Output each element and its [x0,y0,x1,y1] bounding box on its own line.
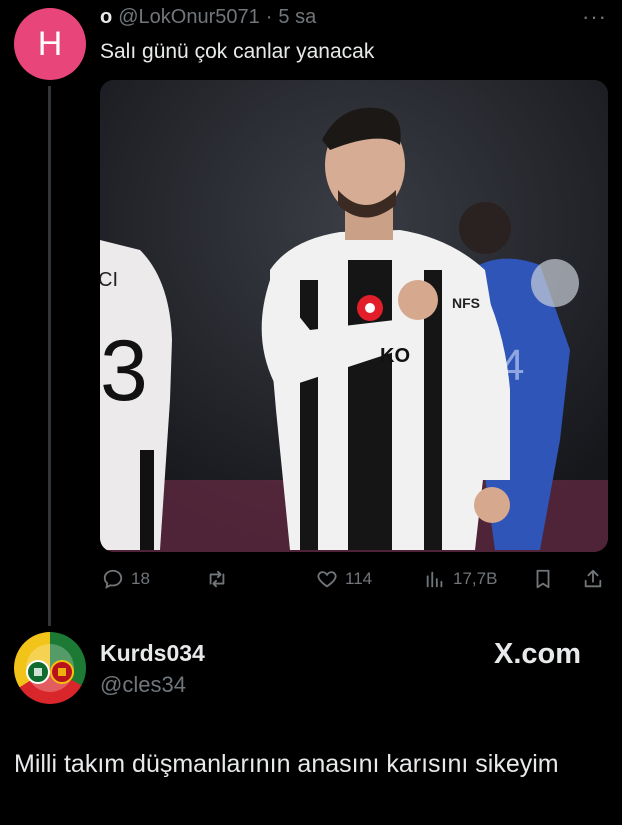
x-brand-logo: X.com [494,638,582,670]
share-button[interactable] [582,566,604,592]
photo-illustration: 4 CI 3 KO NFS [100,80,608,552]
display-name[interactable]: o [100,6,112,29]
meta-separator: · [265,6,273,28]
views-icon [426,571,443,588]
bookmark-button[interactable] [532,566,554,592]
reply-icon [103,569,123,589]
left-jersey-letters: CI [100,269,118,291]
left-jersey-number: 3 [100,323,148,419]
heart-icon [317,571,337,588]
handle[interactable]: @LokOnur5071 [118,6,260,29]
team-logos-icon [26,644,74,692]
share-icon [584,569,602,588]
tweet-photo[interactable]: 4 CI 3 KO NFS [100,80,608,552]
retweet-button[interactable] [206,566,235,592]
avatar[interactable] [14,632,86,704]
retweet-icon [209,570,225,588]
more-options-icon[interactable]: ··· [582,4,607,30]
reply-count: 18 [131,569,150,588]
timestamp[interactable]: 5 sa [278,6,316,29]
username[interactable]: Kurds034 [100,640,205,667]
sponsor-badge: KO [380,345,410,367]
tweet-text: Salı günü çok canlar yanacak [100,40,375,63]
like-count: 114 [345,569,373,588]
views-count: 17,7B [453,569,498,588]
views-button[interactable]: 17,7B [424,566,497,592]
reply-button[interactable]: 18 [102,566,150,592]
bookmark-icon [536,569,550,589]
handle[interactable]: @cles34 [100,672,186,698]
avatar-letter: H [37,24,63,63]
tweet-meta: o @LokOnur5071 · 5 sa [100,6,316,29]
thread-line [48,86,51,626]
like-button[interactable]: 114 [316,566,372,592]
sleeve-patch: NFS [452,295,480,311]
avatar[interactable]: H [14,8,86,80]
quoted-tweet-text: Milli takım düşmanlarının anasını karısı… [14,750,559,778]
